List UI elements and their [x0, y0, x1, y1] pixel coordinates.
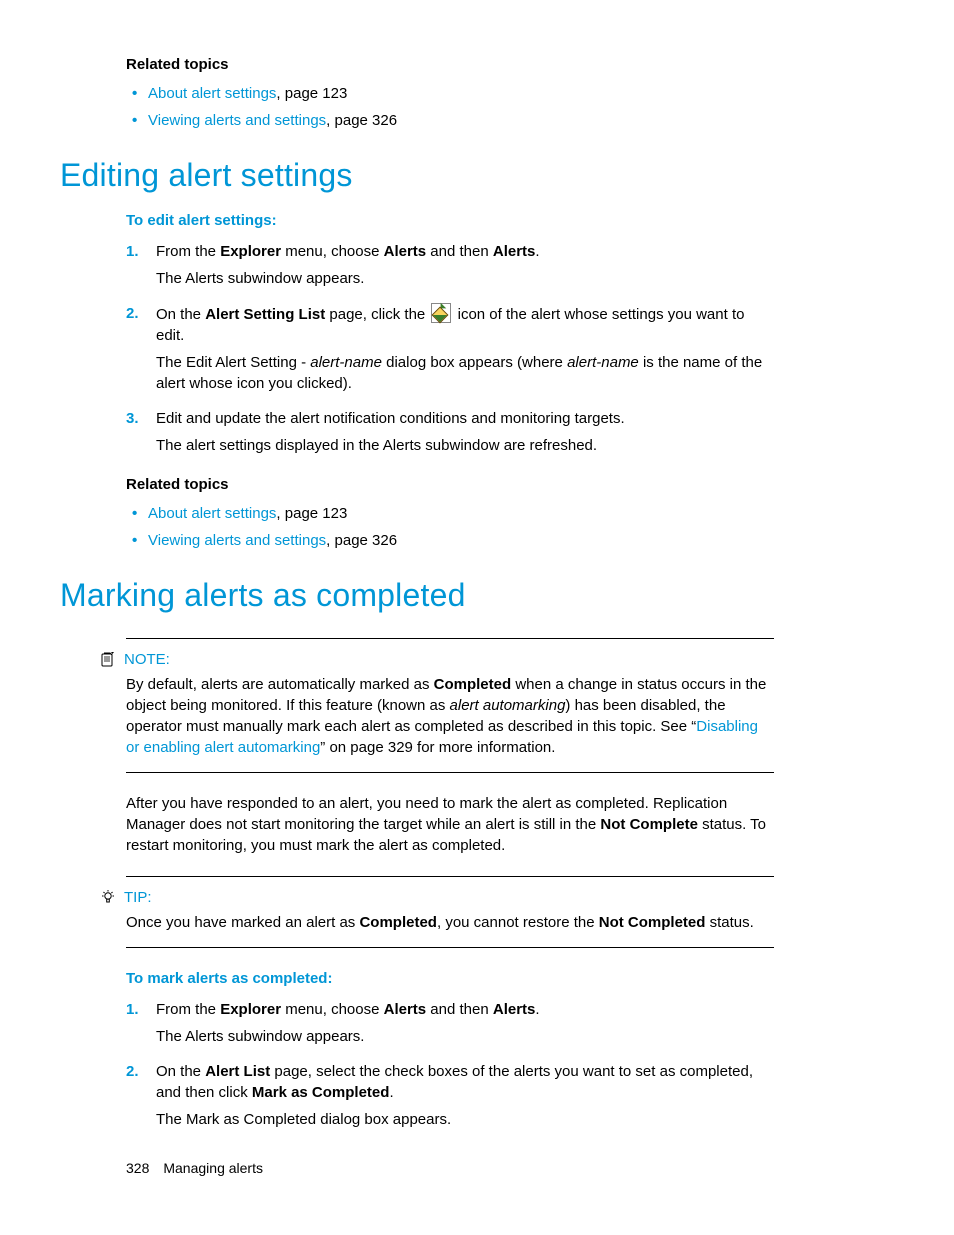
procedure-steps: 1. From the Explorer menu, choose Alerts… [126, 241, 774, 456]
body-paragraph: After you have responded to an alert, yo… [126, 793, 774, 856]
step-number: 3. [126, 408, 139, 429]
step-result: The alert settings displayed in the Aler… [156, 435, 774, 456]
step-result: The Alerts subwindow appears. [156, 268, 774, 289]
related-topics-list: About alert settings, page 123 Viewing a… [126, 503, 774, 551]
link-viewing-alerts[interactable]: Viewing alerts and settings [148, 532, 326, 549]
related-topics-list: About alert settings, page 123 Viewing a… [126, 83, 774, 131]
note-icon [100, 651, 116, 667]
step-result: The Edit Alert Setting - alert-name dial… [156, 352, 774, 394]
page: Related topics About alert settings, pag… [0, 0, 954, 1235]
heading-editing-alert-settings: Editing alert settings [60, 153, 774, 198]
tip-icon [100, 889, 116, 905]
step-1: 1. From the Explorer menu, choose Alerts… [126, 241, 774, 289]
step-result: The Alerts subwindow appears. [156, 1026, 774, 1047]
note-callout: NOTE: By default, alerts are automatical… [126, 638, 774, 773]
link-viewing-alerts[interactable]: Viewing alerts and settings [148, 112, 326, 129]
edit-icon [431, 303, 451, 323]
page-footer: 328 Managing alerts [126, 1159, 263, 1179]
step-text: From the Explorer menu, choose Alerts an… [156, 243, 540, 260]
related-topics-heading: Related topics [126, 54, 774, 75]
list-item: About alert settings, page 123 [126, 83, 774, 104]
list-item: Viewing alerts and settings, page 326 [126, 110, 774, 131]
link-about-alert-settings[interactable]: About alert settings [148, 505, 276, 522]
list-item: Viewing alerts and settings, page 326 [126, 530, 774, 551]
procedure-steps: 1. From the Explorer menu, choose Alerts… [126, 999, 774, 1130]
step-1: 1. From the Explorer menu, choose Alerts… [126, 999, 774, 1047]
step-text: Edit and update the alert notification c… [156, 410, 625, 427]
step-text: On the Alert List page, select the check… [156, 1063, 753, 1101]
procedure-heading: To mark alerts as completed: [126, 968, 774, 989]
step-result: The Mark as Completed dialog box appears… [156, 1109, 774, 1130]
step-2: 2. On the Alert List page, select the ch… [126, 1061, 774, 1130]
page-ref: , page 123 [276, 85, 347, 102]
page-ref: , page 123 [276, 505, 347, 522]
tip-label: TIP: [100, 887, 774, 908]
page-ref: , page 326 [326, 112, 397, 129]
page-number: 328 [126, 1160, 149, 1176]
step-2: 2. On the Alert Setting List page, click… [126, 303, 774, 394]
tip-callout: TIP: Once you have marked an alert as Co… [126, 876, 774, 948]
step-number: 2. [126, 1061, 139, 1082]
step-number: 1. [126, 999, 139, 1020]
list-item: About alert settings, page 123 [126, 503, 774, 524]
link-about-alert-settings[interactable]: About alert settings [148, 85, 276, 102]
page-ref: , page 326 [326, 532, 397, 549]
content-body: Related topics About alert settings, pag… [126, 54, 774, 1130]
note-label: NOTE: [100, 649, 774, 670]
step-number: 2. [126, 303, 139, 324]
procedure-heading: To edit alert settings: [126, 210, 774, 231]
step-text: From the Explorer menu, choose Alerts an… [156, 1001, 540, 1018]
chapter-title: Managing alerts [163, 1160, 263, 1176]
step-3: 3. Edit and update the alert notificatio… [126, 408, 774, 456]
heading-marking-alerts-completed: Marking alerts as completed [60, 573, 774, 618]
tip-body: Once you have marked an alert as Complet… [126, 912, 774, 933]
step-text: On the Alert Setting List page, click th… [156, 306, 744, 344]
related-topics-heading: Related topics [126, 474, 774, 495]
step-number: 1. [126, 241, 139, 262]
note-body: By default, alerts are automatically mar… [126, 674, 774, 758]
